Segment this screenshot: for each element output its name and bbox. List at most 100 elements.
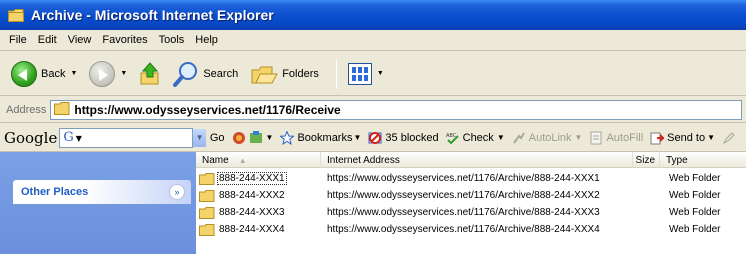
views-grid-icon bbox=[347, 62, 372, 85]
row-type: Web Folder bbox=[669, 224, 721, 235]
autolink-label: AutoLink bbox=[528, 131, 572, 144]
column-address-label: Internet Address bbox=[327, 154, 400, 166]
column-header-type[interactable]: Type bbox=[660, 152, 746, 168]
row-name: 888-244-XXX3 bbox=[219, 207, 285, 218]
folders-label: Folders bbox=[282, 67, 319, 80]
google-toolbar: Google G ▼ ▼ Go ▼ Bookmarks ▼ 35 blocked A… bbox=[0, 124, 746, 152]
autofill-icon bbox=[589, 131, 603, 145]
table-row[interactable]: 888-244-XXX3 https://www.odysseyservices… bbox=[196, 204, 746, 221]
file-list: Name ▲ Internet Address Size Type 888-24… bbox=[196, 152, 746, 254]
forward-arrow-icon bbox=[89, 60, 116, 87]
blocked-count-label: 35 blocked bbox=[385, 131, 439, 144]
page-rank-icon bbox=[232, 131, 246, 145]
table-row[interactable]: 888-244-XXX2 https://www.odysseyservices… bbox=[196, 187, 746, 204]
row-name-cell: 888-244-XXX1 bbox=[196, 172, 321, 185]
toolbar-divider bbox=[335, 58, 337, 89]
menu-view[interactable]: View bbox=[63, 34, 98, 46]
row-type: Web Folder bbox=[669, 190, 721, 201]
web-folder-icon bbox=[199, 223, 215, 236]
views-button[interactable]: ▼ bbox=[345, 57, 387, 91]
google-go-label: Go bbox=[209, 131, 225, 144]
row-address: https://www.odysseyservices.net/1176/Arc… bbox=[327, 224, 600, 235]
folder-up-icon bbox=[139, 61, 161, 86]
google-logo: Google bbox=[4, 128, 58, 147]
google-search-dropdown-icon[interactable]: ▼ bbox=[192, 128, 206, 147]
search-icon bbox=[173, 61, 199, 87]
explorer-content: Other Places » Name ▲ Internet Address S… bbox=[0, 152, 746, 254]
google-search-input[interactable]: G ▼ bbox=[59, 127, 194, 148]
row-address: https://www.odysseyservices.net/1176/Arc… bbox=[327, 207, 600, 218]
autofill-label: AutoFill bbox=[606, 131, 644, 144]
extra-dropdown-icon: ▼ bbox=[265, 133, 274, 142]
address-bar: Address https://www.odysseyservices.net/… bbox=[0, 97, 746, 123]
folder-icon bbox=[7, 8, 24, 22]
row-name-cell: 888-244-XXX2 bbox=[196, 189, 321, 202]
web-folder-icon bbox=[199, 189, 215, 202]
forward-button[interactable]: ▼ bbox=[86, 57, 130, 91]
menu-tools[interactable]: Tools bbox=[154, 34, 191, 46]
window-title: Archive - Microsoft Internet Explorer bbox=[31, 7, 274, 23]
menu-help[interactable]: Help bbox=[190, 34, 224, 46]
column-header-address[interactable]: Internet Address bbox=[321, 152, 633, 168]
autofill-button[interactable]: AutoFill bbox=[589, 131, 643, 145]
row-type: Web Folder bbox=[669, 207, 721, 218]
sort-ascending-icon: ▲ bbox=[238, 155, 247, 165]
table-row[interactable]: 888-244-XXX1 https://www.odysseyservices… bbox=[196, 170, 746, 187]
row-type: Web Folder bbox=[669, 173, 721, 184]
title-bar[interactable]: Archive - Microsoft Internet Explorer bbox=[0, 0, 746, 30]
row-name-cell: 888-244-XXX3 bbox=[196, 206, 321, 219]
bookmarks-button[interactable]: Bookmarks ▼ bbox=[279, 129, 361, 145]
ie-window: Archive - Microsoft Internet Explorer Fi… bbox=[0, 0, 746, 254]
row-address: https://www.odysseyservices.net/1176/Arc… bbox=[327, 173, 600, 184]
pencil-icon bbox=[722, 131, 736, 145]
column-type-label: Type bbox=[666, 154, 688, 166]
folders-button[interactable]: Folders bbox=[247, 57, 322, 91]
back-button[interactable]: Back ▼ bbox=[8, 57, 80, 91]
bookmarks-label: Bookmarks bbox=[297, 131, 353, 144]
web-folder-icon bbox=[199, 206, 215, 219]
forward-dropdown-icon[interactable]: ▼ bbox=[120, 70, 127, 77]
other-places-title: Other Places bbox=[21, 186, 89, 198]
highlight-icon bbox=[249, 130, 263, 145]
search-label: Search bbox=[203, 67, 239, 80]
row-name-cell: 888-244-XXX4 bbox=[196, 223, 321, 236]
table-row[interactable]: 888-244-XXX4 https://www.odysseyservices… bbox=[196, 221, 746, 238]
address-input[interactable]: https://www.odysseyservices.net/1176/Rec… bbox=[50, 99, 742, 120]
views-dropdown-icon[interactable]: ▼ bbox=[377, 70, 384, 77]
column-header-name[interactable]: Name ▲ bbox=[196, 152, 321, 168]
address-label: Address bbox=[6, 103, 47, 116]
send-to-button[interactable]: Send to ▼ bbox=[650, 131, 715, 145]
row-name: 888-244-XXX4 bbox=[219, 224, 285, 235]
highlighter-button[interactable] bbox=[722, 131, 739, 145]
star-icon bbox=[279, 129, 296, 145]
search-button[interactable]: Search bbox=[170, 57, 241, 91]
send-to-icon bbox=[650, 131, 666, 145]
column-header-size[interactable]: Size bbox=[633, 152, 660, 168]
row-name: 888-244-XXX1 bbox=[217, 172, 287, 185]
standard-toolbar: Back ▼ ▼ Search Folders ▼ bbox=[0, 52, 746, 96]
back-arrow-icon bbox=[11, 60, 37, 87]
menu-favorites[interactable]: Favorites bbox=[97, 34, 153, 46]
task-pane: Other Places » bbox=[0, 152, 196, 254]
expand-chevron-icon[interactable]: » bbox=[169, 184, 185, 200]
check-label: Check bbox=[462, 131, 494, 144]
spell-check-button[interactable]: ABC Check ▼ bbox=[446, 131, 505, 145]
spellcheck-icon: ABC bbox=[446, 131, 460, 145]
column-name-label: Name bbox=[202, 154, 229, 166]
autolink-button[interactable]: AutoLink ▼ bbox=[512, 131, 582, 145]
address-folder-icon bbox=[54, 101, 70, 118]
google-extra-buttons[interactable]: ▼ bbox=[232, 130, 274, 145]
up-button[interactable] bbox=[136, 57, 164, 91]
list-header: Name ▲ Internet Address Size Type bbox=[196, 152, 746, 168]
popup-blocker-button[interactable]: 35 blocked bbox=[368, 131, 439, 145]
row-name: 888-244-XXX2 bbox=[219, 190, 285, 201]
menu-file[interactable]: File bbox=[4, 34, 33, 46]
address-url: https://www.odysseyservices.net/1176/Rec… bbox=[74, 102, 341, 117]
folders-icon bbox=[250, 62, 279, 86]
menu-edit[interactable]: Edit bbox=[33, 34, 63, 46]
web-folder-icon bbox=[199, 172, 215, 185]
back-dropdown-icon[interactable]: ▼ bbox=[70, 70, 77, 77]
back-label: Back bbox=[41, 67, 66, 80]
google-go-button[interactable]: Go bbox=[210, 132, 225, 144]
other-places-header[interactable]: Other Places » bbox=[13, 180, 191, 204]
